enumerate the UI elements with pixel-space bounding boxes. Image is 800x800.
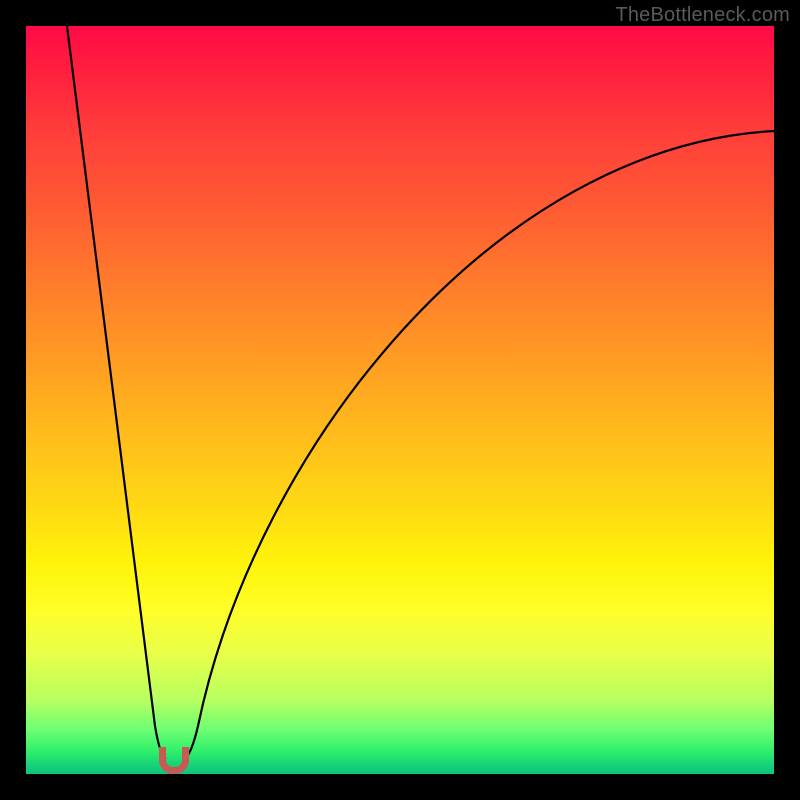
- plot-area: [26, 26, 774, 774]
- watermark-text: TheBottleneck.com: [615, 4, 790, 27]
- curve-right-branch: [185, 131, 774, 759]
- chart-frame: TheBottleneck.com: [0, 0, 800, 800]
- bottleneck-curve: [26, 26, 774, 774]
- minimum-marker: [159, 747, 189, 774]
- curve-left-branch: [67, 26, 166, 759]
